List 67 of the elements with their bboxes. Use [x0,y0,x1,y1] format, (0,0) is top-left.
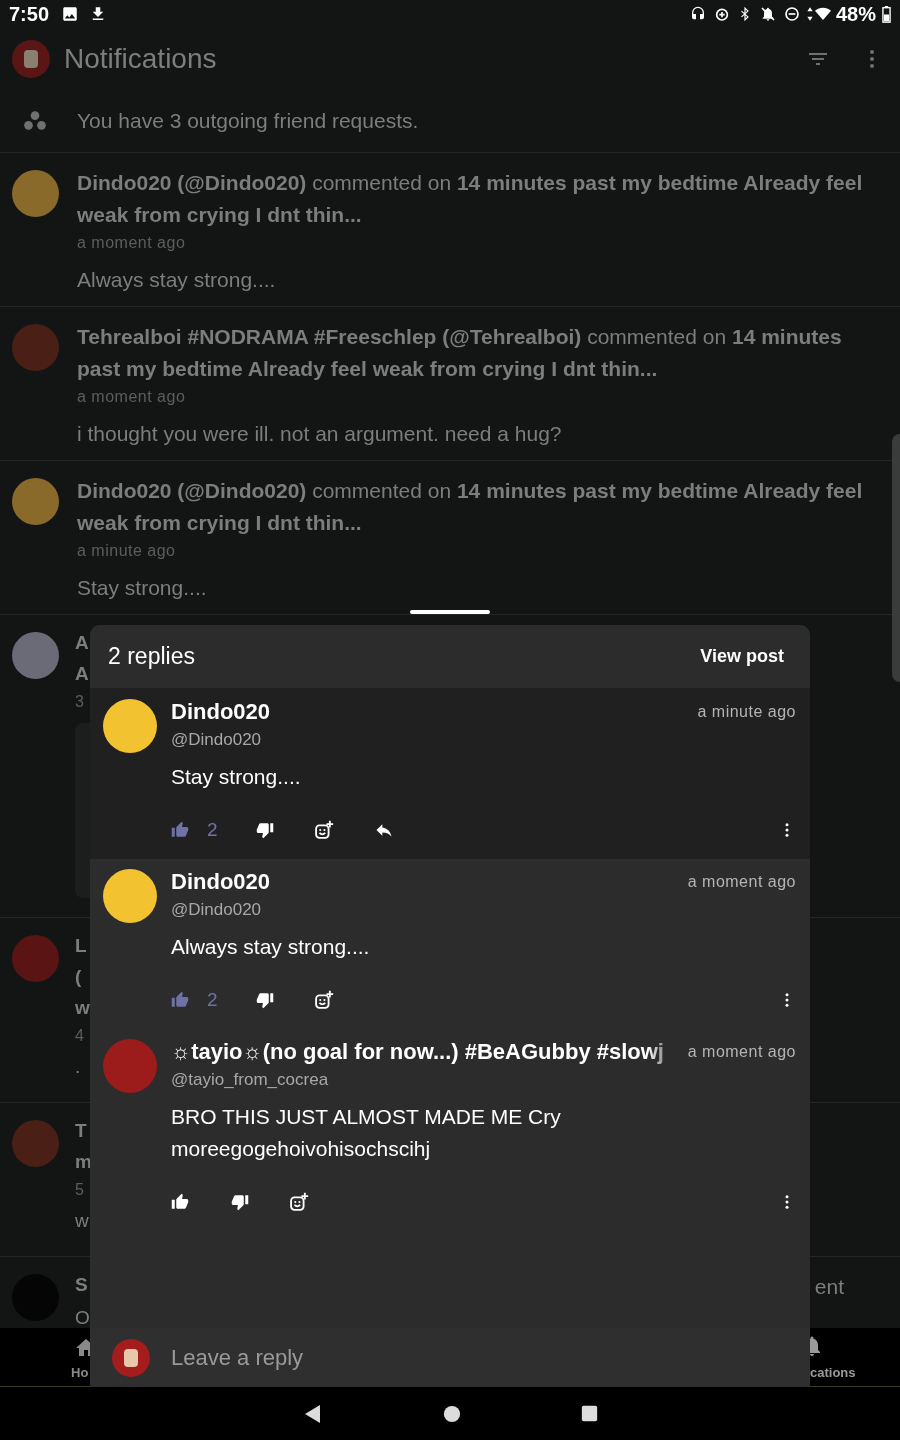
user-handle[interactable]: @tayio_from_cocrea [171,1067,796,1093]
reply-text: Always stay strong.... [171,934,371,960]
comment-text: ent [814,1274,844,1300]
add-emoji-icon[interactable] [313,820,334,840]
avatar [112,1338,150,1377]
image-icon [61,5,80,23]
timestamp: a moment ago [687,872,796,892]
timestamp: a moment ago [77,233,187,253]
timestamp: a minute ago [77,541,177,561]
thumbs-up-icon[interactable] [171,991,189,1009]
notification-text: A [75,631,89,655]
notification-text[interactable]: Dindo020 (@Dindo020) commented on 14 minutes past my bedtime Already feel weak from crying I dnt thin... [77,167,880,231]
comment-text: O [75,1306,90,1330]
comment-text: Always stay strong.... [77,267,277,293]
username[interactable]: Dindo020 [171,697,688,727]
comment-text: i thought you were ill. not an argument. need a hug? [77,421,563,447]
sheet-title: 2 replies [108,642,195,672]
comment-text: . [75,1055,81,1079]
reply-text: BRO THIS JUST ALMOST MADE ME Cry moreegogehoivohisochscihj [171,1104,562,1162]
nav-label[interactable]: Ho [71,1363,89,1383]
headphones-icon [689,6,706,22]
notification-text: A [75,662,89,686]
avatar [12,40,50,78]
thumbs-up-icon[interactable] [171,1193,189,1211]
app-title: Notifications [64,42,217,76]
alarm-icon [713,6,730,22]
bell-off-icon [759,6,776,22]
timestamp: a moment ago [77,387,187,407]
view-post-button[interactable]: View post [700,643,784,670]
user-handle[interactable]: @Dindo020 [171,727,796,753]
notification-text: w [75,996,90,1020]
add-emoji-icon[interactable] [313,990,334,1010]
add-emoji-icon[interactable] [289,1192,309,1212]
thumbs-down-icon[interactable] [255,821,274,839]
comment-text: w [75,1209,89,1233]
username[interactable]: ☼tayio☼(no goal for now...) #BeAGubby #slowj [171,1037,678,1067]
notification-text: ( [75,965,82,989]
like-count: 2 [207,817,218,842]
drag-handle[interactable] [410,610,490,614]
thumbs-down-icon[interactable] [255,991,274,1009]
notification-text[interactable]: Dindo020 (@Dindo020) commented on 14 minutes past my bedtime Already feel weak from crying I dnt thin... [77,475,880,539]
recents-icon[interactable] [580,1405,598,1422]
timestamp: 4 [75,1026,84,1046]
thumbs-up-icon[interactable] [171,821,189,839]
timestamp: a minute ago [697,702,796,722]
reply-text: Stay strong.... [171,764,302,790]
battery-percentage: 48% [835,2,876,27]
notification-text[interactable]: Tehrealboi #NODRAMA #Freeschlep (@Tehrealboi) commented on 14 minutes past my bedtime Already feel weak from crying I dnt thin... [77,321,880,385]
thumbs-down-icon[interactable] [231,1193,249,1211]
notification-text: T [75,1119,87,1143]
timestamp: 5 [75,1180,84,1200]
user-handle[interactable]: @Dindo020 [171,897,796,923]
timestamp: 3 [75,692,84,712]
comment-text: Stay strong.... [77,575,208,601]
do-not-disturb-icon [783,6,800,22]
notification-text: S [75,1273,88,1297]
data-arrows-icon [805,6,814,22]
timestamp: a moment ago [687,1042,796,1062]
home-button-icon[interactable] [442,1404,461,1423]
nav-label[interactable]: cations [810,1363,856,1383]
like-count: 2 [207,987,218,1012]
friend-requests-text[interactable]: You have 3 outgoing friend requests. [77,105,419,137]
clock: 7:50 [9,2,50,27]
username[interactable]: Dindo020 [171,867,678,897]
battery-icon [882,5,891,23]
scroll-handle[interactable] [892,434,900,682]
notification-text: L [75,934,87,958]
